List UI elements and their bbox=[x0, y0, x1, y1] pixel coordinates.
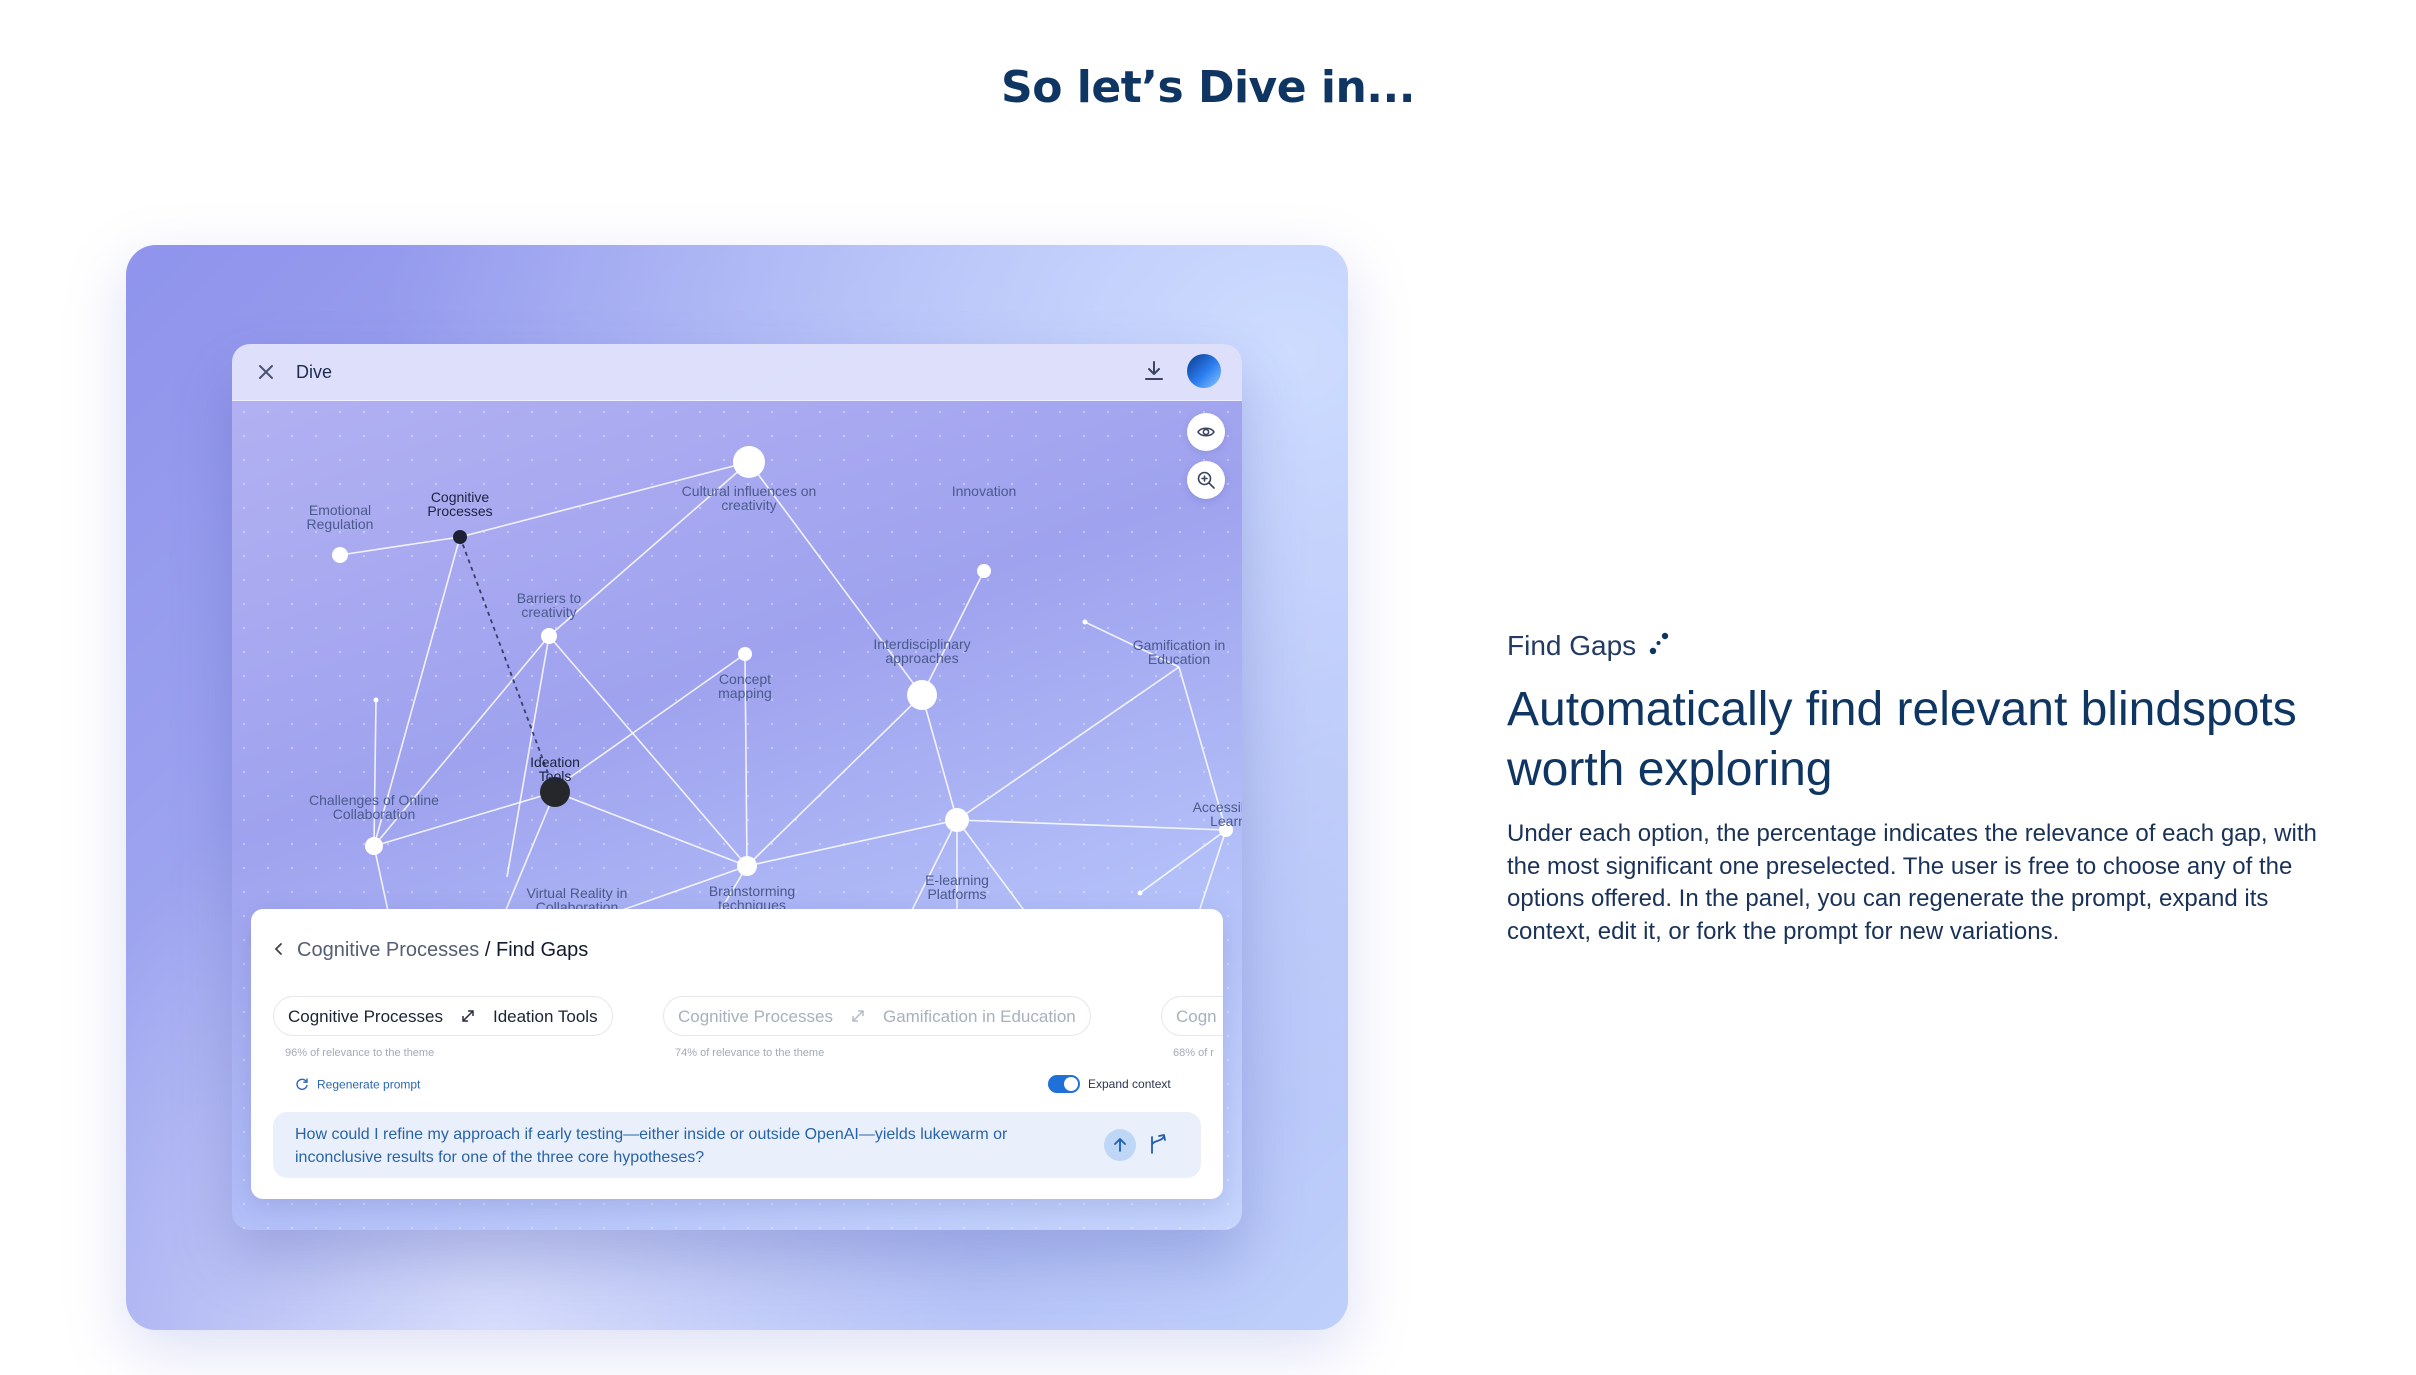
eye-icon bbox=[1197, 427, 1215, 437]
chevron-left-icon[interactable] bbox=[273, 939, 287, 962]
prompt-editor[interactable]: How could I refine my approach if early … bbox=[273, 1112, 1201, 1178]
fork-icon[interactable] bbox=[1145, 1131, 1171, 1157]
sparkle-dots-icon bbox=[1648, 630, 1672, 665]
node-label-cultural-influences[interactable]: Cultural influences on creativity bbox=[674, 484, 824, 512]
zoom-in-icon bbox=[1197, 471, 1215, 489]
download-icon[interactable] bbox=[1141, 358, 1167, 384]
visibility-button[interactable] bbox=[1187, 413, 1225, 451]
gap-option-relevance: 74% of relevance to the theme bbox=[675, 1047, 825, 1059]
app-titlebar: Dive bbox=[232, 344, 1242, 401]
feature-tag: Find Gaps bbox=[1507, 630, 1672, 665]
expand-arrows-icon bbox=[851, 998, 865, 1038]
avatar[interactable] bbox=[1187, 354, 1221, 388]
node-label-concept-mapping[interactable]: Concept mapping bbox=[705, 672, 785, 700]
prompt-text[interactable]: How could I refine my approach if early … bbox=[295, 1123, 1015, 1169]
gap-option-relevance: 68% of r bbox=[1173, 1047, 1214, 1059]
node-label-emotional-regulation[interactable]: Emotional Regulation bbox=[295, 503, 385, 531]
app-title: Dive bbox=[296, 362, 333, 382]
zoom-in-button[interactable] bbox=[1187, 461, 1225, 499]
gap-option-from: Cognitive Processes bbox=[678, 1007, 833, 1026]
regenerate-prompt-button[interactable]: Regenerate prompt bbox=[295, 1077, 420, 1094]
expand-context-label: Expand context bbox=[1088, 1077, 1171, 1091]
breadcrumb: Cognitive Processes / Find Gaps bbox=[273, 939, 588, 962]
expand-arrows-icon bbox=[461, 998, 475, 1038]
node-label-cognitive-processes[interactable]: Cognitive Processes bbox=[415, 490, 505, 518]
feature-body: Under each option, the percentage indica… bbox=[1507, 820, 2317, 945]
regenerate-prompt-label: Regenerate prompt bbox=[317, 1077, 421, 1092]
node-label-ideation-tools[interactable]: Ideation Tools bbox=[520, 755, 590, 783]
hero-title: So let’s Dive in... bbox=[1001, 62, 1415, 113]
expand-context-toggle[interactable] bbox=[1048, 1075, 1080, 1093]
gap-option-from: Cogn bbox=[1176, 1007, 1217, 1026]
breadcrumb-parent[interactable]: Cognitive Processes bbox=[297, 939, 479, 961]
showcase-card: Dive Emotional Regulation Cognitive Proc… bbox=[126, 245, 1348, 1330]
dive-app-window: Dive Emotional Regulation Cognitive Proc… bbox=[232, 344, 1242, 1230]
gap-option-1[interactable]: Cognitive Processes Ideation Tools bbox=[273, 996, 613, 1036]
feature-tag-label: Find Gaps bbox=[1507, 630, 1637, 661]
node-label-challenges[interactable]: Challenges of Online Collaboration bbox=[299, 793, 449, 821]
breadcrumb-separator: / bbox=[479, 939, 496, 961]
close-icon[interactable] bbox=[254, 360, 278, 384]
node-label-gamification[interactable]: Gamification in Education bbox=[1129, 638, 1229, 666]
node-label-brainstorming[interactable]: Brainstorming techniques bbox=[697, 884, 807, 912]
gap-option-from: Cognitive Processes bbox=[288, 1007, 443, 1026]
refresh-icon bbox=[295, 1077, 309, 1094]
gap-option-3[interactable]: Cogn bbox=[1161, 996, 1223, 1036]
feature-heading: Automatically find relevant blindspots w… bbox=[1507, 683, 2297, 796]
gap-option-to: Ideation Tools bbox=[492, 1007, 598, 1026]
node-label-accessibility[interactable]: Accessib in Learn bbox=[1188, 800, 1242, 828]
breadcrumb-current: Find Gaps bbox=[495, 939, 589, 961]
find-gaps-panel: Cognitive Processes / Find Gaps Cognitiv… bbox=[251, 909, 1223, 1199]
arrow-up-icon bbox=[1114, 1138, 1126, 1152]
gap-option-2[interactable]: Cognitive Processes Gamification in Educa… bbox=[663, 996, 1091, 1036]
node-label-elearning[interactable]: E-learning Platforms bbox=[912, 873, 1002, 901]
node-label-interdisciplinary[interactable]: Interdisciplinary approaches bbox=[862, 637, 982, 665]
gap-option-relevance: 96% of relevance to the theme bbox=[285, 1047, 435, 1059]
node-label-barriers[interactable]: Barriers to creativity bbox=[504, 591, 594, 619]
node-label-innovation[interactable]: Innovation bbox=[952, 484, 1017, 498]
gap-option-to: Gamification in Education bbox=[882, 1007, 1076, 1026]
send-button[interactable] bbox=[1104, 1129, 1136, 1161]
